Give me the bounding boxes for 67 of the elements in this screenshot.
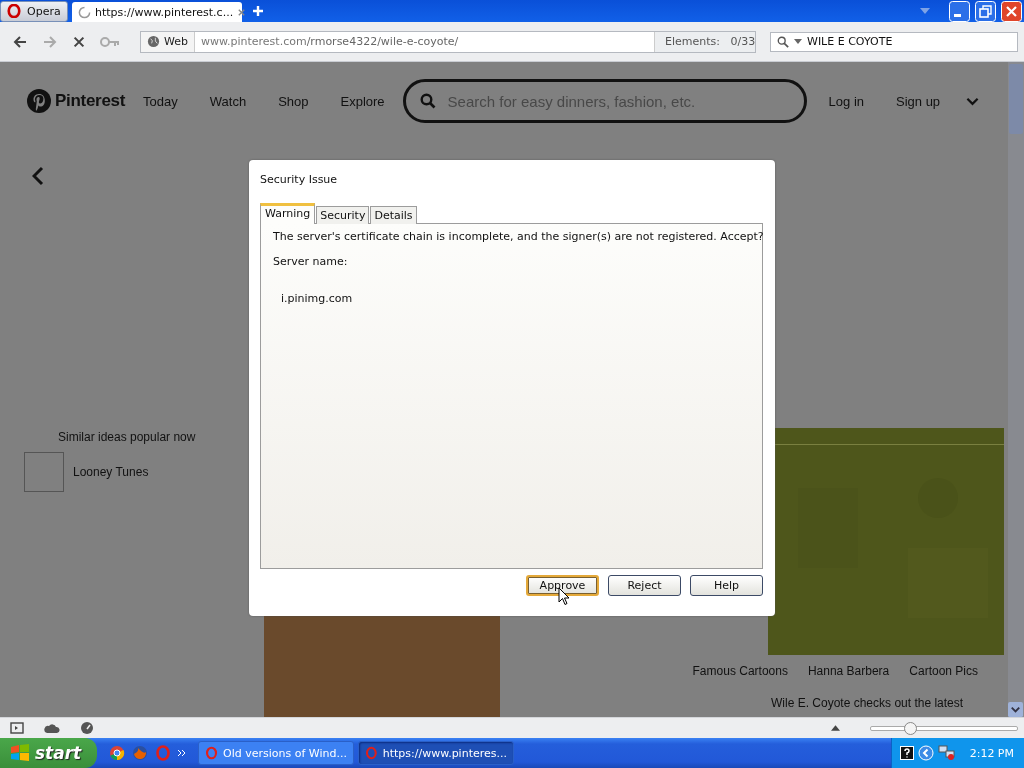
url-text: www.pinterest.com/rmorse4322/wile-e-coyote/ [200, 35, 460, 48]
nav-link[interactable]: Watch [209, 93, 247, 109]
zoom-slider[interactable] [870, 721, 1018, 735]
scrollbar-thumb[interactable] [1009, 64, 1023, 134]
opera-menu-button[interactable]: Opera [0, 0, 68, 22]
warning-message: The server's certificate chain is incomplete, and the signer(s) are not registered. Accept? [273, 230, 764, 243]
tag-link[interactable]: Cartoon Pics [909, 664, 978, 678]
windows-flag-icon [10, 744, 30, 762]
globe-icon [147, 35, 160, 48]
nav-link[interactable]: Explore [340, 93, 385, 109]
nav-link[interactable]: Today [143, 93, 178, 109]
pinterest-wordmark[interactable]: Pinterest [55, 91, 126, 111]
network-icon[interactable] [937, 745, 956, 761]
start-button[interactable]: start [0, 738, 97, 768]
minimize-icon[interactable] [949, 0, 970, 22]
section-heading: Similar ideas popular now [58, 430, 196, 444]
dialog-tab[interactable]: Details [370, 206, 417, 224]
idea-link[interactable]: Looney Tunes [73, 465, 149, 479]
stop-icon[interactable] [72, 34, 86, 49]
cloud-icon[interactable] [44, 722, 60, 734]
opera-logo-icon [7, 4, 21, 18]
slider-thumb[interactable] [903, 722, 917, 735]
dialog-tab[interactable]: Warning [260, 203, 316, 224]
search-icon [419, 93, 436, 109]
close-icon[interactable] [237, 7, 247, 17]
speedometer-icon[interactable] [80, 721, 94, 735]
site-search-field[interactable]: Search for easy dinners, fashion, etc. [402, 79, 807, 123]
chrome-icon[interactable] [109, 745, 125, 761]
taskbar-button[interactable]: https://www.pinteres... [358, 741, 514, 765]
taskbar-button[interactable]: Old versions of Wind... [198, 741, 354, 765]
field-label: Server name: [273, 255, 349, 268]
server-name: i.pinimg.com [281, 292, 354, 305]
close-icon[interactable] [1001, 0, 1022, 22]
new-tab-icon[interactable] [252, 5, 264, 17]
pinterest-logo-icon [27, 89, 51, 113]
search-icon [777, 35, 789, 48]
dialog-button[interactable]: Help [690, 575, 763, 596]
scrollbar[interactable] [1008, 62, 1024, 717]
signup-link[interactable]: Sign up [896, 93, 941, 109]
opera-icon [205, 745, 219, 761]
elements-counter: Elements: 0/33 [654, 31, 755, 52]
browser-tab[interactable]: https://www.pinterest.c... [72, 2, 242, 22]
tag-link[interactable]: Famous Cartoons [692, 664, 788, 678]
web-scope-badge[interactable]: Web [141, 31, 195, 52]
dialog-button[interactable]: Approve [526, 575, 599, 596]
dialog-title: Security Issue [260, 173, 339, 186]
back-icon[interactable] [12, 33, 28, 50]
tab-title: https://www.pinterest.c... [95, 5, 234, 19]
dropdown-icon [794, 39, 802, 44]
panel-toggle-icon[interactable] [10, 721, 24, 735]
opera-icon [365, 745, 378, 761]
search-field[interactable]: WILE E COYOTE [770, 31, 1018, 52]
thumbnail[interactable] [24, 452, 64, 492]
help-icon[interactable] [899, 746, 914, 760]
pin-caption: Wile E. Coyote checks out the latest [771, 696, 965, 710]
dialog-tab[interactable]: Security [316, 206, 370, 224]
restore-icon[interactable] [975, 0, 996, 22]
address-field[interactable]: Web www.pinterest.com/rmorse4322/wile-e-coyote/ Elements: 0/33 [140, 30, 756, 53]
login-link[interactable]: Log in [828, 93, 864, 109]
chevron-down-icon[interactable] [966, 96, 980, 106]
clock: 2:12 PM [969, 746, 1014, 760]
nav-link[interactable]: Shop [278, 93, 309, 109]
caret-up-icon[interactable] [831, 725, 840, 731]
more-icon[interactable] [178, 750, 186, 756]
tag-link[interactable]: Hanna Barbera [807, 664, 890, 678]
scroll-down-icon[interactable] [1008, 702, 1023, 717]
dialog-button[interactable]: Reject [608, 575, 681, 596]
